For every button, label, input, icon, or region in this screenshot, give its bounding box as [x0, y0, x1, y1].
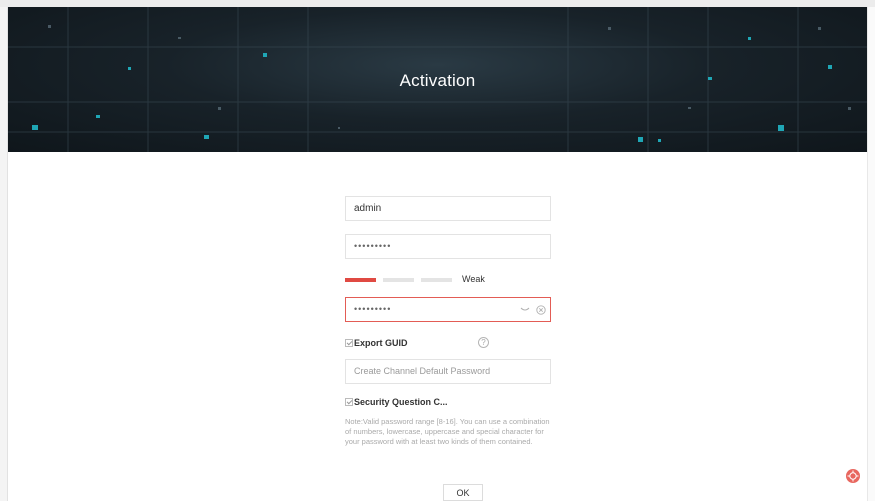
question-circle-icon[interactable]: ?: [478, 337, 489, 348]
clear-circle-icon[interactable]: [536, 305, 546, 315]
window-right-edge: [867, 7, 875, 501]
window-left-edge: [0, 7, 8, 501]
badge-glyph: [847, 470, 859, 482]
strength-bar-2: [383, 278, 414, 282]
header-banner: Activation: [8, 7, 867, 152]
channel-default-password-field[interactable]: Create Channel Default Password: [345, 359, 551, 384]
strength-bar-3: [421, 278, 452, 282]
dialog-title: Activation: [399, 71, 476, 90]
export-guid-checkbox[interactable]: [345, 339, 353, 347]
export-guid-label: Export GUID: [354, 338, 408, 348]
activation-window: Activation admin ••••••••• Weak ••••••••…: [0, 0, 875, 501]
assistant-badge-icon[interactable]: [846, 469, 860, 483]
confirm-password-value: •••••••••: [354, 304, 392, 314]
password-rules-note: Note:Valid password range [8-16]. You ca…: [345, 417, 550, 446]
security-question-checkbox-row[interactable]: Security Question C...: [345, 396, 448, 408]
eye-closed-icon[interactable]: [520, 306, 530, 313]
username-field[interactable]: admin: [345, 196, 551, 221]
export-guid-checkbox-row[interactable]: Export GUID: [345, 337, 408, 349]
channel-password-placeholder: Create Channel Default Password: [354, 366, 491, 376]
window-top-strip: [0, 0, 875, 7]
security-question-label: Security Question C...: [354, 397, 448, 407]
password-field[interactable]: •••••••••: [345, 234, 551, 259]
strength-bar-1: [345, 278, 376, 282]
confirm-password-field[interactable]: •••••••••: [345, 297, 551, 322]
password-strength-meter: Weak: [345, 274, 551, 285]
security-question-checkbox[interactable]: [345, 398, 353, 406]
ok-button[interactable]: OK: [443, 484, 483, 501]
strength-label: Weak: [462, 274, 485, 284]
